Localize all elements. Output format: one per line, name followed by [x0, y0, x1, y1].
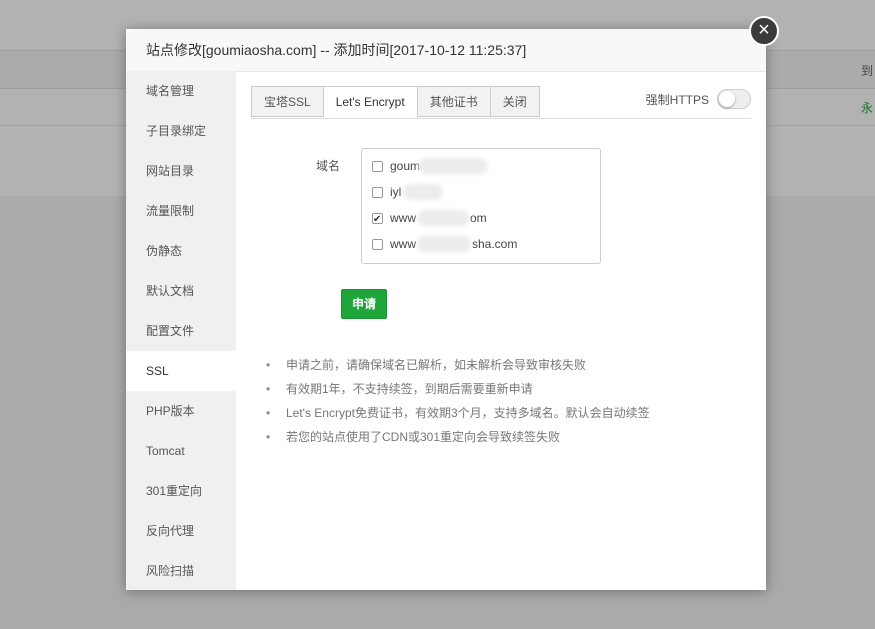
domain-text: www: [390, 211, 416, 225]
note-item: Let's Encrypt免费证书，有效期3个月，支持多域名。默认会自动续签: [266, 401, 650, 425]
ssl-tab-bar: 宝塔SSL Let's Encrypt 其他证书 关闭 强制HTTPS: [251, 86, 751, 119]
note-item: 若您的站点使用了CDN或301重定向会导致续签失败: [266, 425, 650, 449]
tab-lets-encrypt[interactable]: Let's Encrypt: [323, 86, 418, 118]
modal-title: 站点修改[goumiaosha.com] -- 添加时间[2017-10-12 …: [126, 29, 766, 72]
force-https-label: 强制HTTPS: [645, 92, 709, 107]
force-https-toggle[interactable]: [717, 89, 751, 109]
ssl-notes-list: 申请之前，请确保域名已解析，如未解析会导致审核失败 有效期1年，不支持续签，到期…: [266, 353, 650, 449]
domain-checkbox[interactable]: [372, 186, 383, 198]
apply-button[interactable]: 申请: [341, 289, 387, 319]
tab-baota-ssl[interactable]: 宝塔SSL: [251, 86, 324, 117]
tab-other-certificate[interactable]: 其他证书: [417, 86, 491, 117]
domain-checkbox[interactable]: [372, 160, 383, 172]
sidebar-item-subdirectory-binding[interactable]: 子目录绑定: [126, 111, 236, 151]
sidebar-item-traffic-limit[interactable]: 流量限制: [126, 191, 236, 231]
sidebar-item-site-directory[interactable]: 网站目录: [126, 151, 236, 191]
ssl-content-panel: 宝塔SSL Let's Encrypt 其他证书 关闭 强制HTTPS 域名 g…: [236, 71, 766, 590]
redacted-blur: [403, 184, 444, 200]
modal-sidebar: 域名管理 子目录绑定 网站目录 流量限制 伪静态 默认文档 配置文件 SSL P…: [126, 71, 236, 590]
note-item: 申请之前，请确保域名已解析，如未解析会导致审核失败: [266, 353, 650, 377]
sidebar-item-tomcat[interactable]: Tomcat: [126, 431, 236, 471]
site-edit-modal: 站点修改[goumiaosha.com] -- 添加时间[2017-10-12 …: [126, 29, 766, 590]
sidebar-item-rewrite[interactable]: 伪静态: [126, 231, 236, 271]
sidebar-item-301-redirect[interactable]: 301重定向: [126, 471, 236, 511]
domain-text: goum: [390, 159, 421, 173]
domain-label: 域名: [316, 159, 341, 173]
domain-option[interactable]: goum: [362, 153, 600, 179]
redacted-blur: [418, 158, 489, 174]
force-https-control: 强制HTTPS: [646, 89, 751, 109]
domain-option[interactable]: www sha.com: [362, 231, 600, 257]
domain-option[interactable]: iyl: [362, 179, 600, 205]
close-icon[interactable]: ×: [749, 16, 779, 46]
toggle-knob: [719, 91, 735, 107]
sidebar-item-domain-management[interactable]: 域名管理: [126, 71, 236, 111]
domain-checkbox-checked[interactable]: [372, 207, 383, 233]
domain-text-suffix: om: [470, 211, 487, 225]
domain-checkbox-list: goum iyl www om www sha.com: [361, 148, 601, 264]
redacted-blur: [417, 210, 469, 226]
sidebar-item-reverse-proxy[interactable]: 反向代理: [126, 511, 236, 551]
domain-text: iyl: [390, 185, 402, 199]
sidebar-item-php-version[interactable]: PHP版本: [126, 391, 236, 431]
note-item: 有效期1年，不支持续签，到期后需要重新申请: [266, 377, 650, 401]
domain-text-suffix: sha.com: [472, 237, 518, 251]
sidebar-item-risk-scan[interactable]: 风险扫描: [126, 551, 236, 591]
domain-text: www: [390, 237, 416, 251]
sidebar-item-ssl[interactable]: SSL: [126, 351, 236, 391]
domain-option[interactable]: www om: [362, 205, 600, 233]
sidebar-item-default-document[interactable]: 默认文档: [126, 271, 236, 311]
domain-checkbox[interactable]: [372, 238, 383, 250]
sidebar-item-config-file[interactable]: 配置文件: [126, 311, 236, 351]
tab-close-ssl[interactable]: 关闭: [490, 86, 540, 117]
redacted-blur: [417, 236, 471, 252]
